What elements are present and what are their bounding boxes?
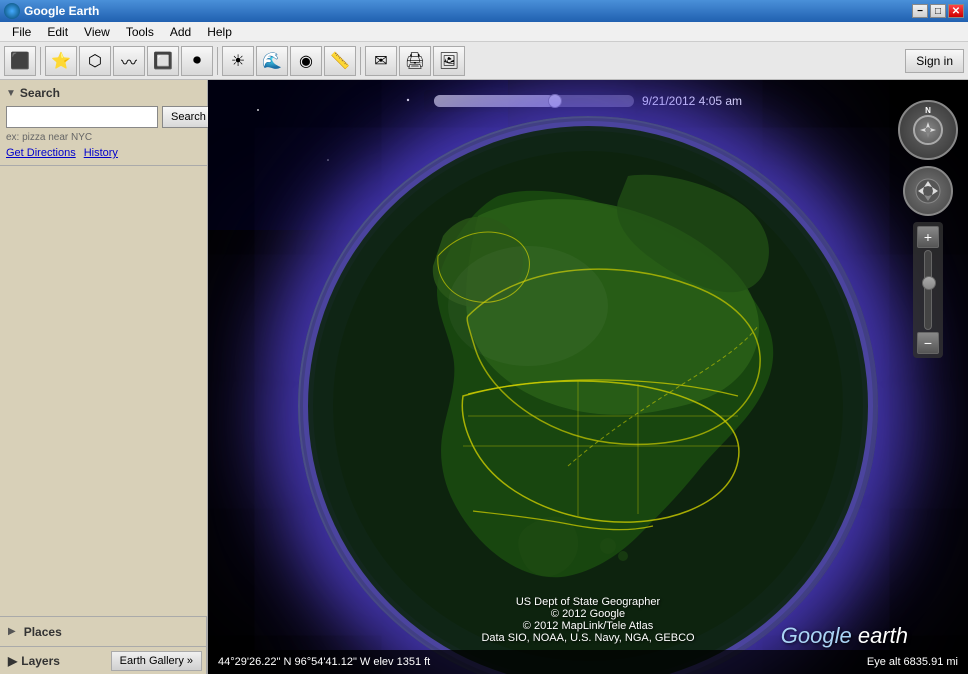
search-header: ▼ Search <box>6 86 201 100</box>
ocean-button[interactable]: 🌊 <box>256 46 288 76</box>
app-icon <box>4 3 20 19</box>
attribution-line1: US Dept of State Geographer <box>481 596 694 608</box>
ge-logo: Google earth <box>781 623 908 649</box>
layers-label-group[interactable]: ▶ Layers <box>0 654 111 668</box>
map-view-button[interactable]: ⬛ <box>4 46 36 76</box>
earth-gallery-button[interactable]: Earth Gallery » <box>111 651 202 671</box>
time-slider[interactable] <box>434 95 634 107</box>
placemark-button[interactable]: ⭐ <box>45 46 77 76</box>
history-link[interactable]: History <box>84 147 118 159</box>
app-title: Google Earth <box>24 4 912 18</box>
tilt-icon <box>914 177 942 205</box>
globe[interactable] <box>298 116 878 674</box>
toolbar: ⬛ ⭐ ⬡ 〰 🔲 ⏺ ☀ 🌊 ◉ 📏 ✉ 🖨 🖼 Sign in <box>0 42 968 80</box>
menu-edit[interactable]: Edit <box>39 23 76 41</box>
left-panel-spacer <box>0 166 207 616</box>
map-area[interactable]: 9/21/2012 4:05 am <box>208 80 968 674</box>
eye-alt-display: Eye alt 6835.91 mi <box>867 656 958 668</box>
close-button[interactable]: ✕ <box>948 4 964 18</box>
zoom-control: + − <box>913 222 943 358</box>
polygon-button[interactable]: ⬡ <box>79 46 111 76</box>
places-section[interactable]: ▶ Places <box>0 616 207 646</box>
globe-svg <box>298 116 878 674</box>
google-logo-text: Google <box>781 623 852 648</box>
main-layout: ▼ Search Search ex: pizza near NYC Get D… <box>0 80 968 674</box>
search-section: ▼ Search Search ex: pizza near NYC Get D… <box>0 80 207 166</box>
path-button[interactable]: 〰 <box>113 46 145 76</box>
menu-help[interactable]: Help <box>199 23 240 41</box>
attribution: US Dept of State Geographer © 2012 Googl… <box>481 596 694 644</box>
compass-arrows-icon <box>918 120 938 140</box>
menu-file[interactable]: File <box>4 23 39 41</box>
tilt-control[interactable] <box>903 166 953 216</box>
compass-center[interactable] <box>913 115 943 145</box>
menu-add[interactable]: Add <box>162 23 199 41</box>
record-button[interactable]: ⏺ <box>181 46 213 76</box>
search-input[interactable] <box>6 106 158 128</box>
print-button[interactable]: 🖨 <box>399 46 431 76</box>
attribution-line3: © 2012 MapLink/Tele Atlas <box>481 620 694 632</box>
toolbar-sep-1 <box>40 47 41 75</box>
signin-button[interactable]: Sign in <box>905 49 964 73</box>
get-directions-link[interactable]: Get Directions <box>6 147 76 159</box>
menu-bar: File Edit View Tools Add Help <box>0 22 968 42</box>
search-button[interactable]: Search <box>162 106 215 128</box>
attribution-line2: © 2012 Google <box>481 608 694 620</box>
zoom-track[interactable] <box>924 250 932 330</box>
places-expand-icon: ▶ <box>8 626 16 637</box>
menu-tools[interactable]: Tools <box>118 23 162 41</box>
time-display: 9/21/2012 4:05 am <box>642 94 742 108</box>
sun-button[interactable]: ☀ <box>222 46 254 76</box>
layers-section: ▶ Layers Earth Gallery » <box>0 646 207 674</box>
search-collapse-icon[interactable]: ▼ <box>6 88 16 99</box>
save-image-button[interactable]: 🖼 <box>433 46 465 76</box>
search-links: Get Directions History <box>6 147 201 159</box>
time-bar: 9/21/2012 4:05 am <box>424 90 752 112</box>
window-controls: − □ ✕ <box>912 4 964 18</box>
compass-north-label: N <box>925 106 931 115</box>
compass[interactable]: N <box>898 100 958 160</box>
attribution-line4: Data SIO, NOAA, U.S. Navy, NGA, GEBCO <box>481 632 694 644</box>
zoom-in-button[interactable]: + <box>917 226 939 248</box>
search-title: Search <box>20 86 60 100</box>
ruler-button[interactable]: 📏 <box>324 46 356 76</box>
atmosphere-button[interactable]: ◉ <box>290 46 322 76</box>
coordinates-display: 44°29'26.22" N 96°54'41.12" W elev 1351 … <box>218 656 430 668</box>
places-label: Places <box>24 625 62 639</box>
layers-label: Layers <box>21 654 60 668</box>
toolbar-sep-3 <box>360 47 361 75</box>
left-panel: ▼ Search Search ex: pizza near NYC Get D… <box>0 80 208 674</box>
email-button[interactable]: ✉ <box>365 46 397 76</box>
coords-bar: 44°29'26.22" N 96°54'41.12" W elev 1351 … <box>208 650 968 674</box>
maximize-button[interactable]: □ <box>930 4 946 18</box>
overlay-button[interactable]: 🔲 <box>147 46 179 76</box>
layers-expand-icon: ▶ <box>8 654 17 668</box>
globe-container <box>298 116 878 674</box>
menu-view[interactable]: View <box>76 23 118 41</box>
search-row: Search <box>6 106 201 128</box>
title-bar: Google Earth − □ ✕ <box>0 0 968 22</box>
toolbar-sep-2 <box>217 47 218 75</box>
minimize-button[interactable]: − <box>912 4 928 18</box>
zoom-thumb[interactable] <box>922 276 936 290</box>
search-hint: ex: pizza near NYC <box>6 132 201 143</box>
zoom-out-button[interactable]: − <box>917 332 939 354</box>
nav-controls: N <box>898 100 958 358</box>
